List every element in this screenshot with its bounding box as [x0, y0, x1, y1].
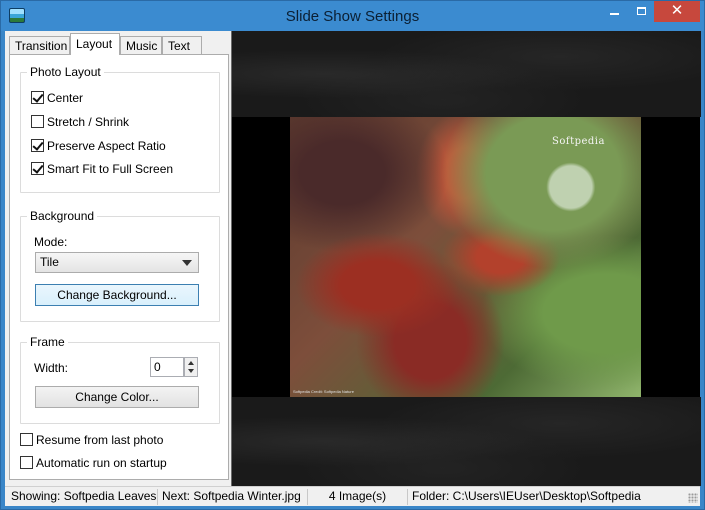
background-title: Background — [27, 209, 98, 223]
tab-layout[interactable]: Layout — [70, 33, 120, 55]
stepper-down-icon[interactable] — [188, 369, 194, 373]
close-icon: ✕ — [670, 2, 684, 19]
stretch-shrink-checkbox[interactable] — [31, 115, 44, 128]
photo-layout-title: Photo Layout — [27, 65, 104, 79]
photo-layout-group: Photo Layout Center Stretch / Shrink Pre… — [20, 65, 220, 193]
center-checkbox[interactable] — [31, 91, 44, 104]
resize-grip-icon[interactable] — [688, 493, 698, 503]
layout-tab-body: Photo Layout Center Stretch / Shrink Pre… — [9, 54, 229, 480]
smart-fit-option[interactable]: Smart Fit to Full Screen — [31, 162, 173, 178]
client-area: Transition Layout Music Text Photo Layou… — [5, 31, 701, 486]
resume-label: Resume from last photo — [36, 433, 164, 447]
photo-watermark: Softpedia — [552, 136, 605, 147]
frame-width-input[interactable]: 0 — [150, 357, 184, 377]
status-showing: Showing: Softpedia Leaves.j — [7, 489, 158, 505]
autorun-label: Automatic run on startup — [36, 456, 167, 470]
mode-select[interactable]: Tile — [35, 252, 199, 273]
stretch-shrink-option[interactable]: Stretch / Shrink — [31, 115, 129, 131]
center-label: Center — [47, 91, 84, 105]
close-button[interactable]: ✕ — [654, 1, 700, 22]
stepper-up-icon[interactable] — [188, 361, 194, 365]
tab-transition[interactable]: Transition — [9, 36, 70, 55]
chevron-down-icon — [182, 260, 192, 266]
preserve-aspect-option[interactable]: Preserve Aspect Ratio — [31, 139, 166, 155]
preserve-aspect-label: Preserve Aspect Ratio — [47, 139, 166, 153]
frame-width-stepper[interactable] — [184, 357, 198, 377]
status-next: Next: Softpedia Winter.jpg — [158, 489, 308, 505]
stretch-shrink-label: Stretch / Shrink — [47, 115, 130, 129]
minimize-icon — [610, 13, 619, 15]
mode-label: Mode: — [34, 235, 68, 249]
preview-photo: Softpedia Softpedia Credit: Softpedia Na… — [290, 117, 641, 397]
frame-group: Frame Width: 0 Change Color... — [20, 335, 220, 424]
background-tile-top — [232, 31, 701, 117]
slideshow-preview: Softpedia Softpedia Credit: Softpedia Na… — [231, 31, 701, 486]
frame-title: Frame — [27, 335, 68, 349]
title-bar[interactable]: Slide Show Settings ✕ — [1, 1, 704, 31]
resume-option[interactable]: Resume from last photo — [20, 433, 163, 449]
status-folder: Folder: C:\Users\IEUser\Desktop\Softpedi… — [412, 489, 641, 503]
slideshow-settings-window: Slide Show Settings ✕ Transition Layout … — [0, 0, 705, 510]
preserve-aspect-checkbox[interactable] — [31, 139, 44, 152]
tab-music[interactable]: Music — [120, 36, 162, 55]
status-count: 4 Image(s) — [308, 489, 408, 505]
autorun-option[interactable]: Automatic run on startup — [20, 456, 167, 472]
smart-fit-label: Smart Fit to Full Screen — [47, 162, 174, 176]
tab-text[interactable]: Text — [162, 36, 202, 55]
resume-checkbox[interactable] — [20, 433, 33, 446]
window-title: Slide Show Settings — [285, 8, 420, 25]
change-color-button[interactable]: Change Color... — [35, 386, 199, 408]
mode-select-value: Tile — [40, 255, 59, 269]
autorun-checkbox[interactable] — [20, 456, 33, 469]
status-bar: Showing: Softpedia Leaves.j Next: Softpe… — [5, 486, 700, 506]
smart-fit-checkbox[interactable] — [31, 162, 44, 175]
background-tile-bottom — [232, 397, 701, 486]
maximize-button[interactable] — [628, 1, 655, 22]
maximize-icon — [637, 7, 646, 15]
frame-width-label: Width: — [34, 361, 69, 375]
settings-panel: Transition Layout Music Text Photo Layou… — [5, 31, 231, 486]
center-option[interactable]: Center — [31, 91, 83, 107]
photo-credit: Softpedia Credit: Softpedia Nature — [293, 389, 354, 394]
background-group: Background Mode: Tile Change Background.… — [20, 209, 220, 322]
minimize-button[interactable] — [601, 1, 628, 22]
change-background-button[interactable]: Change Background... — [35, 284, 199, 306]
